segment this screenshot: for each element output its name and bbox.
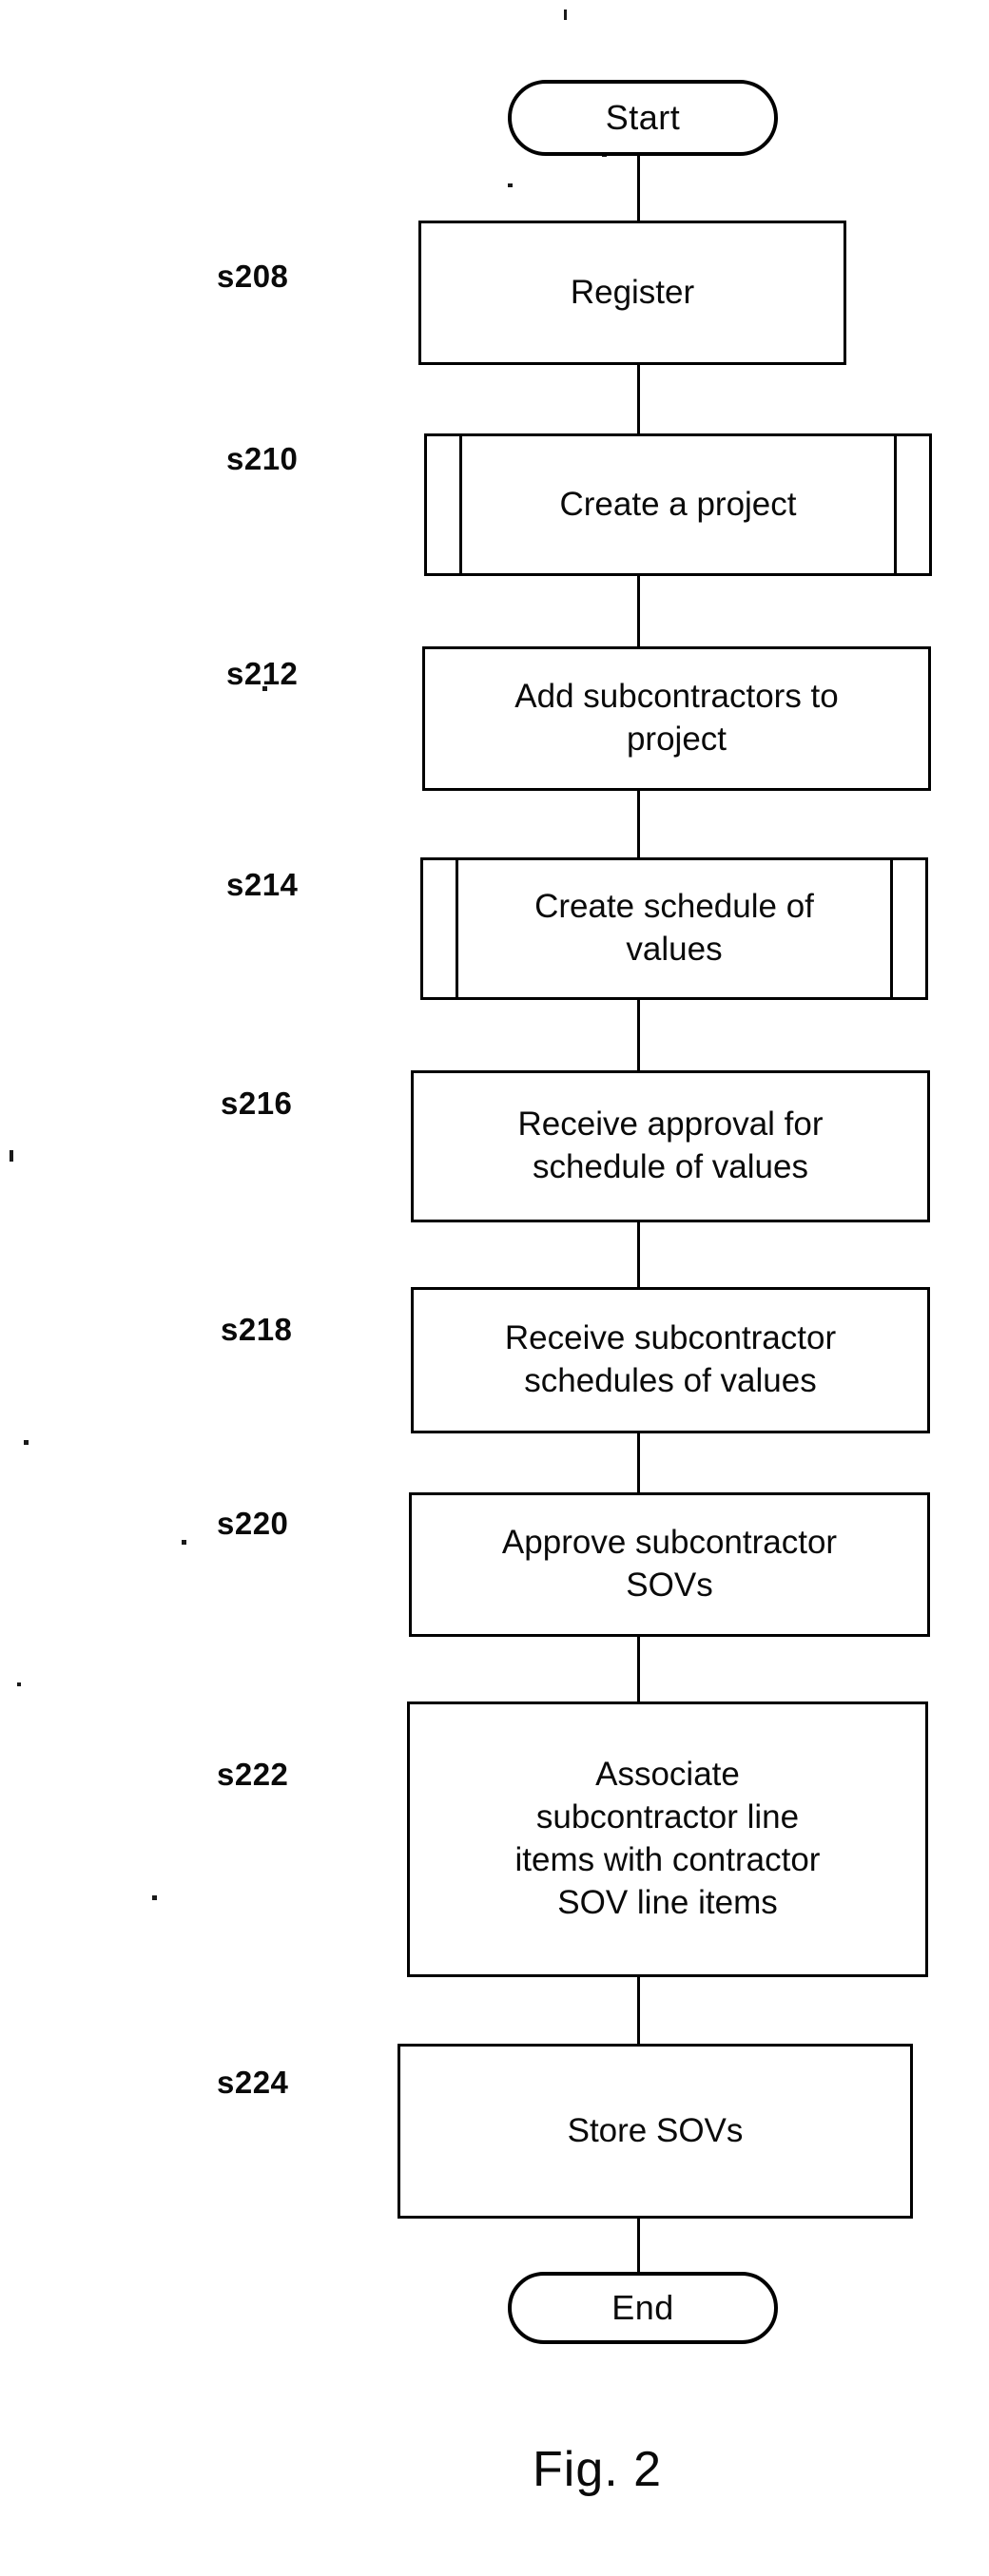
- connector-start-to-s208: [637, 156, 640, 222]
- scan-speck: [10, 1150, 13, 1162]
- node-start-label: Start: [605, 98, 681, 137]
- connector-s214-to-s216: [637, 1000, 640, 1070]
- connector-s210-to-s212: [637, 576, 640, 646]
- node-s208-label: Register: [570, 273, 695, 311]
- node-s222: Associate subcontractor line items with …: [407, 1701, 928, 1977]
- step-ref-s210: s210: [226, 441, 299, 476]
- scan-speck: [182, 1540, 186, 1545]
- node-end-label: End: [611, 2288, 674, 2327]
- scan-speck: [508, 183, 513, 187]
- step-ref-s216: s216: [221, 1086, 293, 1121]
- node-s214-label: Create schedule of values: [534, 888, 814, 968]
- node-s216-label: Receive approval for schedule of values: [517, 1105, 824, 1185]
- scan-speck: [17, 1682, 21, 1686]
- connector-s212-to-s214: [637, 791, 640, 857]
- node-s218: Receive subcontractor schedules of value…: [411, 1287, 930, 1433]
- step-ref-s224: s224: [217, 2065, 289, 2100]
- scan-speck: [24, 1440, 29, 1445]
- step-ref-s218: s218: [221, 1312, 293, 1347]
- step-ref-s212: s212: [226, 656, 299, 691]
- node-s224-label: Store SOVs: [567, 2111, 744, 2149]
- node-end: End: [508, 2272, 778, 2344]
- node-s224: Store SOVs: [398, 2044, 913, 2219]
- node-s214: Create schedule of values: [420, 857, 928, 1000]
- figure-page: Start s208 Register s210 Create a projec…: [0, 0, 989, 2576]
- connector-s218-to-s220: [637, 1433, 640, 1492]
- step-ref-s222: s222: [217, 1757, 289, 1792]
- node-s218-label: Receive subcontractor schedules of value…: [504, 1319, 837, 1399]
- scan-speck: [152, 1895, 157, 1900]
- node-start: Start: [508, 80, 778, 156]
- node-s210-label: Create a project: [559, 485, 797, 523]
- node-s222-label: Associate subcontractor line items with …: [514, 1756, 821, 1921]
- node-s220-label: Approve subcontractor SOVs: [501, 1524, 838, 1604]
- node-s220: Approve subcontractor SOVs: [409, 1492, 930, 1637]
- connector-s216-to-s218: [637, 1222, 640, 1287]
- node-s216: Receive approval for schedule of values: [411, 1070, 930, 1222]
- node-s212: Add subcontractors to project: [422, 646, 931, 791]
- figure-caption: Fig. 2: [533, 2442, 663, 2497]
- step-ref-s208: s208: [217, 259, 289, 294]
- step-ref-s220: s220: [217, 1506, 289, 1541]
- connector-s224-to-end: [637, 2219, 640, 2274]
- connector-s222-to-s224: [637, 1977, 640, 2046]
- node-s212-label: Add subcontractors to project: [514, 678, 839, 758]
- node-s210: Create a project: [424, 433, 932, 576]
- connector-s208-to-s210: [637, 365, 640, 433]
- node-s208: Register: [418, 221, 846, 365]
- scan-speck: [564, 10, 567, 20]
- step-ref-s214: s214: [226, 867, 299, 902]
- connector-s220-to-s222: [637, 1637, 640, 1701]
